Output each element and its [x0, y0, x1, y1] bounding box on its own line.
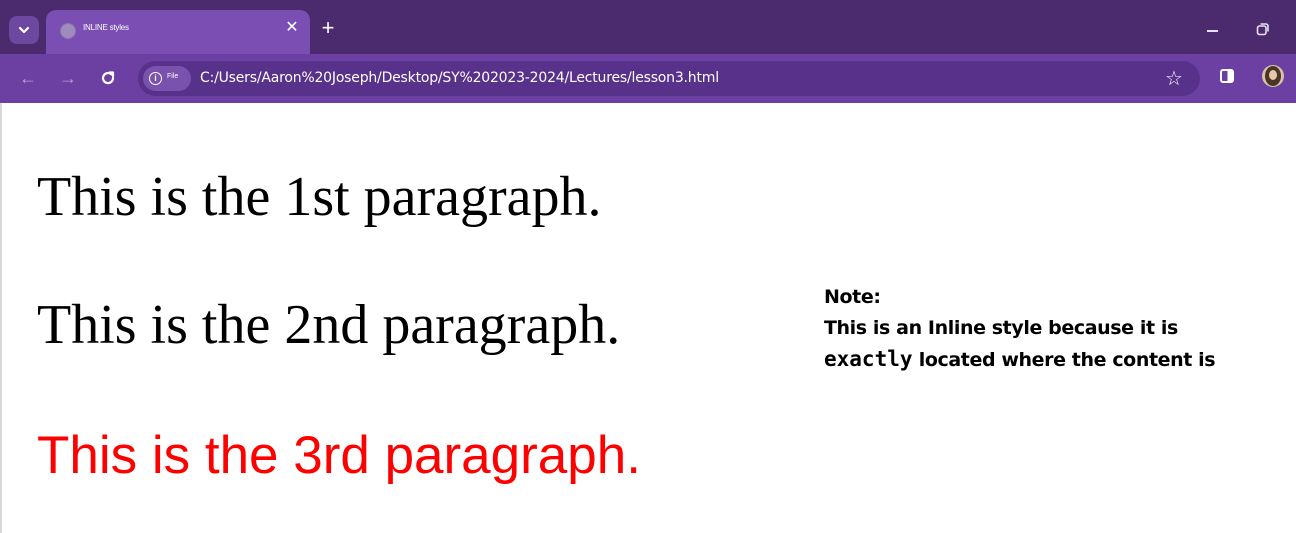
avatar[interactable]: [1262, 65, 1284, 87]
tab-title: INLINE styles: [83, 23, 129, 32]
arrow-left-icon: ←: [19, 68, 37, 88]
file-scheme-label: File: [167, 73, 179, 80]
minimize-button[interactable]: [1204, 21, 1222, 35]
address-bar[interactable]: i File C:/Users/Aaron%20Joseph/Desktop/S…: [138, 61, 1200, 96]
side-panel-button[interactable]: [1220, 69, 1234, 83]
site-info-chip[interactable]: i File: [143, 66, 191, 91]
back-button[interactable]: ←: [16, 66, 40, 90]
paragraph-3: This is the 3rd paragraph.: [37, 426, 641, 485]
side-panel-icon: [1220, 69, 1234, 83]
forward-button[interactable]: →: [56, 66, 80, 90]
viewport-edge: [0, 103, 2, 533]
globe-icon: [60, 23, 76, 39]
reload-button[interactable]: [96, 66, 120, 90]
tab-strip: INLINE styles ✕ +: [0, 0, 1296, 54]
arrow-right-icon: →: [59, 68, 77, 88]
reload-icon: [101, 71, 115, 85]
note-line-suffix: located where the content is: [918, 349, 1216, 371]
restore-button[interactable]: [1256, 22, 1270, 36]
note-heading: Note:: [824, 286, 881, 308]
restore-icon: [1256, 23, 1269, 36]
note-code-word: exactly: [824, 347, 913, 371]
paragraph-2: This is the 2nd paragraph.: [37, 294, 621, 356]
plus-icon: +: [321, 15, 335, 40]
browser-toolbar: ← → i File C:/Users/Aaron%20Joseph/Deskt…: [0, 54, 1296, 103]
note-annotation: Note: This is an Inline style because it…: [824, 282, 1264, 376]
active-tab[interactable]: INLINE styles ✕: [46, 10, 310, 54]
new-tab-button[interactable]: +: [318, 15, 338, 40]
close-icon[interactable]: ✕: [284, 20, 300, 36]
star-icon[interactable]: ☆: [1162, 67, 1186, 91]
tab-search-button[interactable]: [9, 16, 39, 44]
info-icon: i: [149, 72, 162, 85]
paragraph-1: This is the 1st paragraph.: [37, 166, 602, 228]
chevron-down-icon: [18, 26, 30, 34]
note-body: This is an Inline style because it is ex…: [824, 313, 1264, 376]
url-text[interactable]: C:/Users/Aaron%20Joseph/Desktop/SY%20202…: [200, 70, 719, 86]
note-line-prefix: This is an Inline style because it is: [824, 317, 1178, 339]
